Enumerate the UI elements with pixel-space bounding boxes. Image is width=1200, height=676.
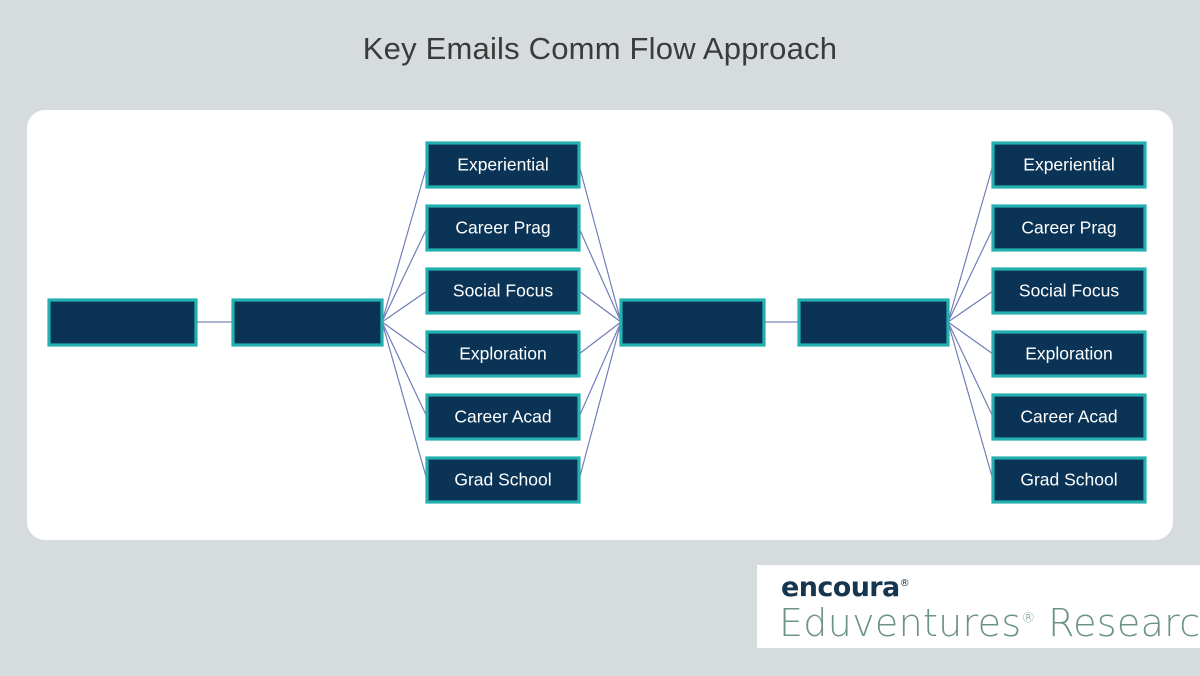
segment-label-left: Grad School — [454, 470, 551, 490]
connector-stage4-to-social-focus-right — [947, 290, 994, 323]
segment-label-left: Career Prag — [455, 218, 550, 238]
eduventures-research-wordmark: Eduventures® Research — [779, 601, 1200, 645]
connector-exploration-to-stage3 — [578, 321, 622, 355]
segment-box-left[interactable]: Social Focus — [425, 267, 581, 315]
segment-label-left: Exploration — [459, 344, 547, 364]
segment-label-right: Experiential — [1023, 155, 1114, 175]
eduventures-registered-mark: ® — [1021, 610, 1036, 627]
segment-box-right[interactable]: Career Acad — [991, 393, 1147, 441]
connector-stage4-to-experiential-right — [947, 164, 994, 323]
connector-grad-school-to-stage3 — [578, 321, 622, 481]
connector-stage4-to-grad-school-right — [947, 321, 994, 481]
segment-box-left[interactable]: Career Acad — [425, 393, 581, 441]
segment-label-right: Exploration — [1025, 344, 1113, 364]
segment-box-right[interactable]: Social Focus — [991, 267, 1147, 315]
segment-label-right: Career Acad — [1020, 407, 1117, 427]
segment-box-left[interactable]: Career Prag — [425, 204, 581, 252]
segment-box-left[interactable]: Experiential — [425, 141, 581, 189]
stage-3-box[interactable] — [619, 298, 766, 347]
segment-box-right[interactable]: Grad School — [991, 456, 1147, 504]
flow-diagram: Experiential Career Prag Social Focus Ex… — [47, 141, 1147, 504]
connector-stage4-to-exploration-right — [947, 321, 994, 355]
segment-box-right[interactable]: Exploration — [991, 330, 1147, 378]
segment-box-left[interactable]: Exploration — [425, 330, 581, 378]
segment-box-left[interactable]: Grad School — [425, 456, 581, 504]
encoura-registered-mark: ® — [899, 578, 910, 589]
segment-label-right: Social Focus — [1019, 281, 1119, 301]
research-text: Research — [1048, 601, 1200, 645]
segment-box-right[interactable]: Career Prag — [991, 204, 1147, 252]
encoura-wordmark: encoura® — [781, 572, 910, 603]
eduventures-text: Eduventures — [779, 601, 1022, 645]
segment-label-right: Career Prag — [1021, 218, 1116, 238]
segment-box-right[interactable]: Experiential — [991, 141, 1147, 189]
stage-4-box[interactable] — [797, 298, 950, 347]
connector-stage2-to-exploration — [381, 321, 428, 355]
brand-logo-panel: encoura® Eduventures® Research — [757, 565, 1200, 648]
connector-stage2-to-grad-school — [381, 321, 428, 481]
segment-label-right: Grad School — [1020, 470, 1117, 490]
segment-label-left: Career Acad — [454, 407, 551, 427]
encoura-brand-text: encoura — [781, 572, 900, 603]
connector-stage2-to-experiential — [381, 164, 428, 323]
diagram-card: Experiential Career Prag Social Focus Ex… — [27, 110, 1173, 540]
connector-stage2-to-social-focus — [381, 290, 428, 323]
slide-root: Key Emails Comm Flow Approach Experienti… — [0, 0, 1200, 676]
segment-label-left: Social Focus — [453, 281, 553, 301]
segment-label-left: Experiential — [457, 155, 548, 175]
page-title: Key Emails Comm Flow Approach — [362, 31, 838, 66]
stage-1-box[interactable] — [47, 298, 198, 347]
stage-2-box[interactable] — [231, 298, 384, 347]
